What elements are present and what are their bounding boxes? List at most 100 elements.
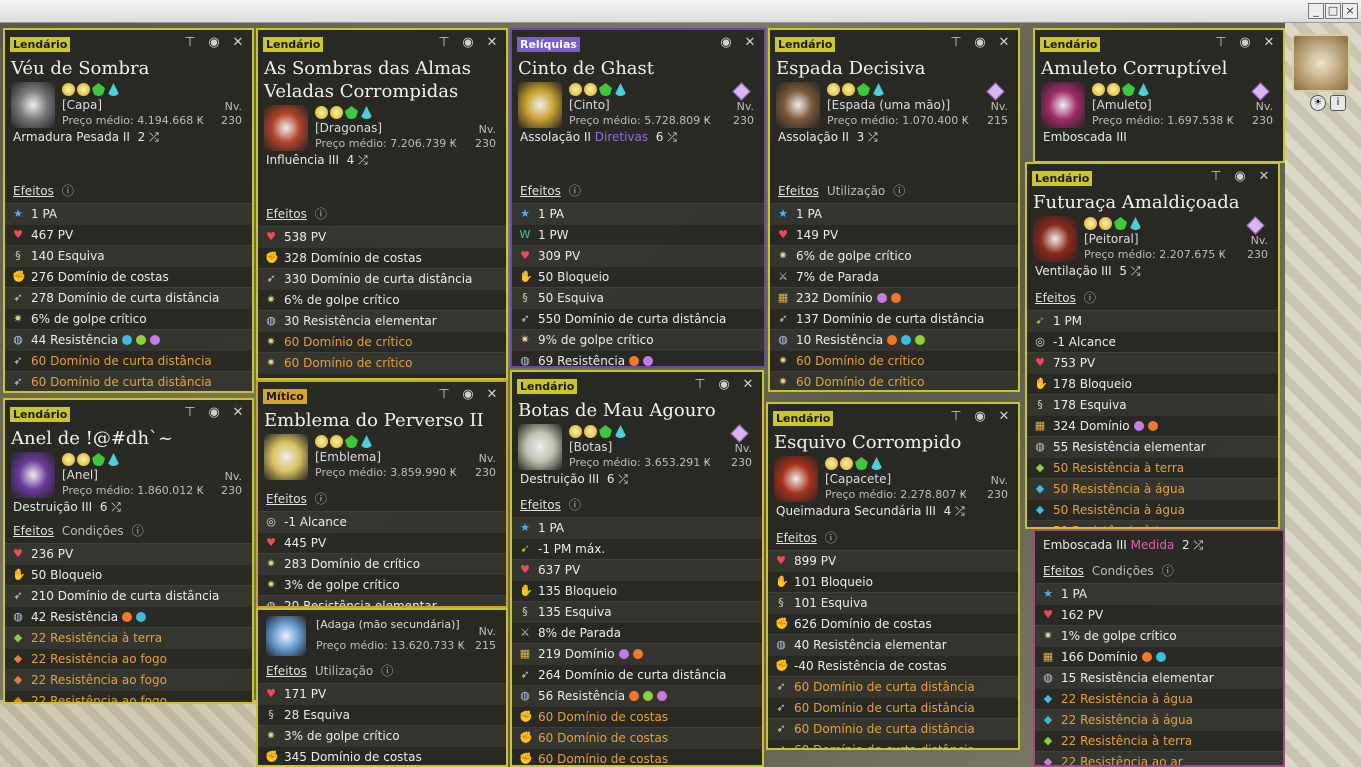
heart-icon: ♥ [776, 554, 786, 567]
close-icon[interactable]: ✕ [484, 387, 500, 402]
pin-icon[interactable]: ⊤ [1208, 169, 1224, 184]
item-panel-1[interactable]: Lendário ⊤ ◉ ✕ Véu de Sombra [Capa] Preço médi… [3, 28, 254, 393]
pin-icon[interactable]: ⊤ [948, 35, 964, 50]
info-icon[interactable]: ⓘ [569, 184, 581, 198]
fist-icon: ✊ [265, 750, 279, 763]
item-panel-10[interactable]: Lendário ⊤ ◉ ✕ Esquivo Corrompido [Capacete] P… [766, 402, 1020, 750]
effect-row: ◎ -1 Alcance [258, 511, 506, 532]
close-icon[interactable]: ✕ [230, 405, 246, 420]
tab-effects[interactable]: Efeitos [266, 207, 307, 221]
close-icon[interactable]: ✕ [996, 409, 1012, 424]
sun-icon[interactable]: ☀ [1310, 95, 1326, 111]
tab-effects[interactable]: Efeitos [778, 184, 819, 198]
tab-usage[interactable]: Utilização [827, 184, 885, 198]
wp-icon: W [519, 228, 531, 241]
res-icon: ◍ [776, 638, 786, 651]
item-panel-8[interactable]: [Adaga (mão secundária)] Preço médio: 13.… [256, 608, 508, 767]
tab-effects[interactable]: Efeitos [1043, 564, 1084, 578]
tab-effects[interactable]: Efeitos [266, 492, 307, 506]
block-icon: ✋ [519, 584, 533, 597]
tab-effects[interactable]: Efeitos [13, 184, 54, 198]
tab-effects[interactable]: Efeitos [1035, 291, 1076, 305]
cube-icon [1251, 82, 1270, 101]
eye-icon[interactable]: ◉ [460, 35, 476, 50]
item-name: Emblema do Perverso II [264, 410, 484, 431]
bow-icon: ➶ [776, 743, 786, 750]
item-panel-3[interactable]: Relíquias ◉ ✕ Cinto de Ghast [Cinto] Preço mé… [510, 28, 766, 368]
effects-list: ♥ 538 PV ✊ 328 Domínio de costas ➶ 330 Domíni… [258, 226, 506, 378]
tab-effects[interactable]: Efeitos [266, 664, 307, 678]
info-icon[interactable]: ⓘ [569, 498, 581, 512]
pin-icon[interactable]: ⊤ [948, 409, 964, 424]
heart-icon: ♥ [778, 228, 788, 241]
item-panel-12[interactable]: Emboscada III Medida 2 ⤮ Efeitos Condições… [1033, 529, 1285, 767]
eye-icon[interactable]: ◉ [718, 35, 734, 50]
effects-list: ★ 1 PA ♥ 162 PV ✷ 1% de golpe crítico ▦ 166 Dom… [1035, 583, 1283, 765]
info-icon[interactable]: ⓘ [1162, 564, 1174, 578]
eye-icon[interactable]: ◉ [1237, 35, 1253, 50]
minimize-icon[interactable]: _ [1308, 3, 1324, 19]
sublimation: Emboscada III Medida 2 ⤮ [1043, 538, 1204, 552]
pin-icon[interactable]: ⊤ [182, 35, 198, 50]
pin-icon[interactable]: ⊤ [182, 405, 198, 420]
close-icon[interactable]: ✕ [996, 35, 1012, 50]
info-icon[interactable]: i [1330, 95, 1346, 111]
rarity-badge: Lendário [1032, 171, 1093, 186]
effect-row: ➶60 Domínio de curta distância [5, 392, 252, 393]
restore-icon[interactable]: □ [1325, 3, 1341, 19]
close-icon[interactable]: × [1342, 3, 1358, 19]
tab-effects[interactable]: Efeitos [520, 184, 561, 198]
tab-effects[interactable]: Efeitos [13, 524, 54, 538]
effect-row: ◆ 22 Resistência ao fogo [5, 648, 252, 669]
eye-icon[interactable]: ◉ [716, 377, 732, 392]
eye-icon[interactable]: ◉ [972, 409, 988, 424]
info-icon[interactable]: ⓘ [1084, 291, 1096, 305]
tab-conditions[interactable]: Condições [62, 524, 124, 538]
tab-effects[interactable]: Efeitos [776, 531, 817, 545]
pin-icon[interactable]: ⊤ [436, 35, 452, 50]
info-icon[interactable]: ⓘ [132, 524, 144, 538]
item-panel-11[interactable]: Lendário ⊤ ◉ ✕ Futuraça Amaldiçoada [Peitoral… [1025, 162, 1280, 529]
crit-icon: ✷ [778, 249, 788, 262]
info-icon[interactable]: ⓘ [315, 207, 327, 221]
item-panel-4[interactable]: Lendário ⊤ ◉ ✕ Espada Decisiva [Espada (uma m… [768, 28, 1020, 392]
item-panel-9[interactable]: Lendário ⊤ ◉ ✕ Botas de Mau Agouro [Botas] Pre… [510, 370, 764, 767]
crit-icon: ✷ [266, 293, 276, 306]
close-icon[interactable]: ✕ [742, 35, 758, 50]
eye-icon[interactable]: ◉ [1232, 169, 1248, 184]
tab-effects[interactable]: Efeitos [520, 498, 561, 512]
info-icon[interactable]: ⓘ [62, 184, 74, 198]
close-icon[interactable]: ✕ [740, 377, 756, 392]
tab-usage[interactable]: Utilização [315, 664, 373, 678]
pin-icon[interactable]: ⊤ [1213, 35, 1229, 50]
close-icon[interactable]: ✕ [1261, 35, 1277, 50]
eye-icon[interactable]: ◉ [460, 387, 476, 402]
effect-row: ▦ 219 Domínio [512, 643, 762, 664]
eye-icon[interactable]: ◉ [206, 405, 222, 420]
effect-row: ◍ 56 Resistência [512, 685, 762, 706]
effect-row: ➶ 137 Domínio de curta distância [770, 308, 1018, 329]
item-panel-2[interactable]: Lendário ⊤ ◉ ✕ As Sombras das Almas Veladas … [256, 28, 508, 380]
close-icon[interactable]: ✕ [1256, 169, 1272, 184]
tab-conditions[interactable]: Condições [1092, 564, 1154, 578]
item-panel-5[interactable]: Lendário ⊤ ◉ ✕ Amuleto Corruptível [Amuleto] P… [1033, 28, 1285, 163]
effect-row: ◆50 Resistência à terra [1027, 457, 1278, 478]
info-icon[interactable]: ⓘ [315, 492, 327, 506]
close-icon[interactable]: ✕ [484, 35, 500, 50]
info-icon[interactable]: ⓘ [381, 664, 393, 678]
avatar[interactable] [1292, 34, 1350, 92]
eye-icon[interactable]: ◉ [206, 35, 222, 50]
pin-icon[interactable]: ⊤ [692, 377, 708, 392]
info-icon[interactable]: ⓘ [893, 184, 905, 198]
effect-row: ♥ 637 PV [512, 559, 762, 580]
close-icon[interactable]: ✕ [230, 35, 246, 50]
sublimation: Destruição III 6 ⤮ [520, 472, 628, 486]
item-panel-6[interactable]: Lendário ⊤ ◉ ✕ Anel de !@#dh`~ [Anel] Preço mé… [3, 398, 254, 704]
eye-icon[interactable]: ◉ [972, 35, 988, 50]
info-icon[interactable]: ⓘ [825, 531, 837, 545]
effect-row: ◆ 22 Resistência à terra [5, 627, 252, 648]
water-icon: ◆ [1035, 503, 1045, 516]
item-panel-7[interactable]: Mítico ⊤ ◉ ✕ Emblema do Perverso II [Emblema]… [256, 380, 508, 608]
pin-icon[interactable]: ⊤ [436, 387, 452, 402]
average-price: Preço médio: 5.728.809 ₭ [569, 114, 711, 127]
